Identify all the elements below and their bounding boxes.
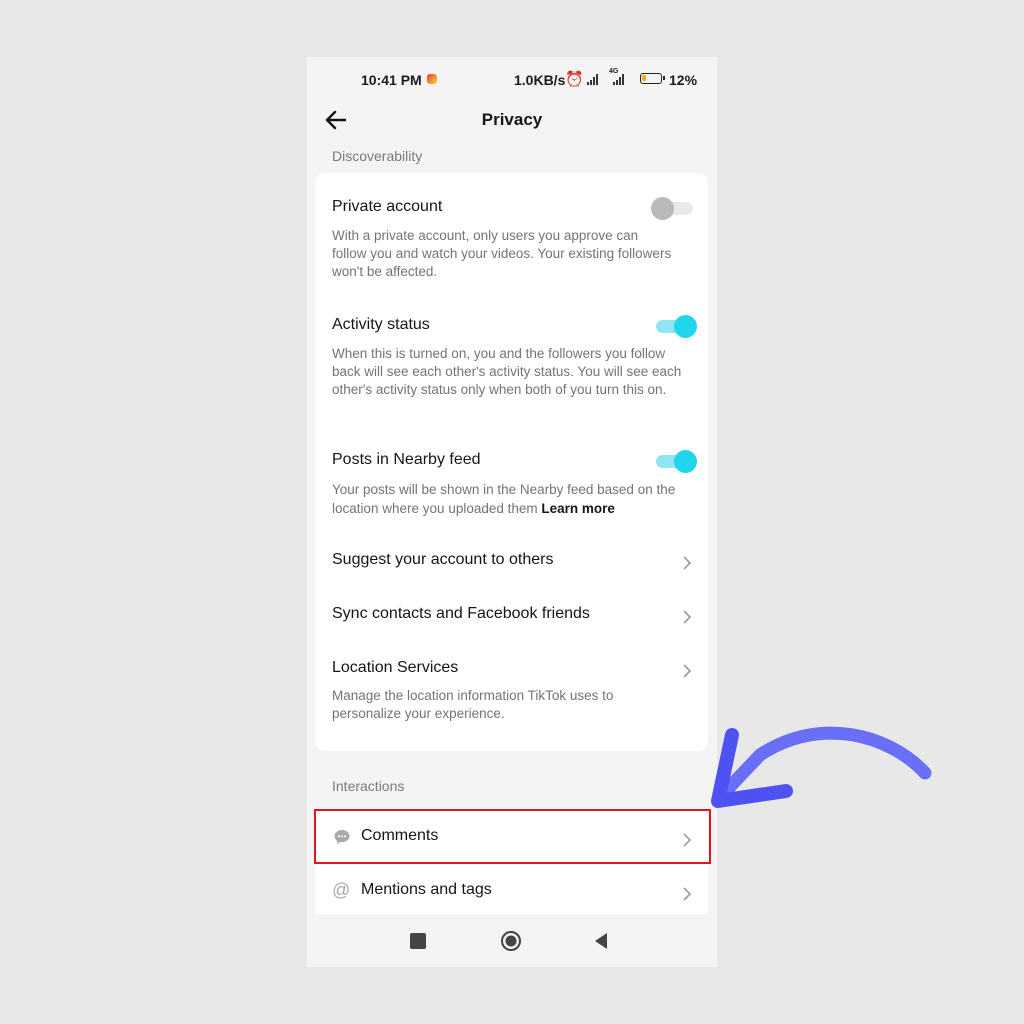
page-title: Privacy	[481, 110, 543, 129]
at-sign-icon: @	[332, 880, 351, 900]
recent-apps-button[interactable]	[410, 933, 426, 949]
private-account-toggle[interactable]	[651, 196, 697, 220]
phone-screen: 10:41 PM 1.0KB/s ⏰ 4G 12% Privacy Discov…	[307, 57, 717, 967]
chevron-right-icon	[683, 833, 692, 847]
alarm-icon: ⏰	[565, 71, 584, 88]
chevron-right-icon	[683, 610, 692, 624]
signal-4g-icon	[613, 73, 624, 85]
status-bar: 10:41 PM 1.0KB/s ⏰ 4G 12%	[307, 57, 717, 101]
notification-icon	[427, 74, 437, 84]
home-button[interactable]	[500, 930, 522, 952]
private-account-row[interactable]: Private account With a private account, …	[315, 173, 708, 291]
nearby-feed-row[interactable]: Posts in Nearby feed Your posts will be …	[315, 435, 708, 527]
comment-bubble-icon	[334, 830, 350, 844]
suggest-account-title: Suggest your account to others	[332, 551, 554, 568]
mentions-row[interactable]: @ Mentions and tags	[315, 866, 708, 918]
annotation-arrow-icon	[711, 726, 932, 808]
back-nav-button[interactable]	[592, 932, 614, 954]
battery-icon	[640, 73, 665, 84]
network-speed: 1.0KB/s	[514, 72, 566, 88]
nearby-feed-description: Your posts will be shown in the Nearby f…	[332, 480, 687, 518]
location-services-description: Manage the location information TikTok u…	[332, 688, 614, 721]
sync-contacts-title: Sync contacts and Facebook friends	[332, 605, 590, 622]
nearby-feed-toggle[interactable]	[652, 449, 698, 473]
location-services-title: Location Services	[332, 659, 459, 676]
signal-icon	[587, 73, 598, 85]
toggle-knob	[651, 197, 674, 220]
activity-status-row[interactable]: Activity status When this is turned on, …	[315, 297, 708, 427]
chevron-right-icon	[683, 664, 692, 678]
chevron-right-icon	[683, 887, 692, 901]
battery-level	[642, 75, 647, 81]
toggle-knob	[674, 450, 697, 473]
activity-status-title: Activity status	[332, 316, 430, 333]
mentions-title: Mentions and tags	[361, 881, 492, 898]
triangle-back-icon	[595, 933, 607, 949]
private-account-title: Private account	[332, 198, 443, 215]
battery-percent: 12%	[669, 72, 698, 88]
suggest-account-row[interactable]: Suggest your account to others	[315, 537, 708, 583]
activity-status-description: When this is turned on, you and the foll…	[332, 346, 682, 397]
location-services-row[interactable]: Location Services Manage the location in…	[315, 645, 708, 741]
home-circle-icon	[501, 931, 521, 951]
sync-contacts-row[interactable]: Sync contacts and Facebook friends	[315, 591, 708, 637]
activity-status-toggle[interactable]	[652, 314, 698, 338]
nearby-feed-title: Posts in Nearby feed	[332, 451, 481, 468]
status-time: 10:41 PM	[361, 72, 422, 88]
comments-title: Comments	[361, 827, 439, 844]
learn-more-link[interactable]: Learn more	[541, 501, 615, 516]
system-nav-bar	[307, 914, 717, 967]
chevron-right-icon	[683, 556, 692, 570]
interactions-card: Comments @ Mentions and tags	[315, 808, 708, 918]
toggle-knob	[674, 315, 697, 338]
nearby-feed-desc-text: Your posts will be shown in the Nearby f…	[332, 482, 676, 516]
discoverability-card: Private account With a private account, …	[315, 173, 708, 751]
comments-row[interactable]: Comments	[315, 810, 708, 862]
section-discoverability: Discoverability	[332, 148, 423, 164]
private-account-description: With a private account, only users you a…	[332, 228, 672, 279]
section-interactions: Interactions	[332, 778, 405, 794]
app-header: Privacy	[307, 101, 717, 147]
